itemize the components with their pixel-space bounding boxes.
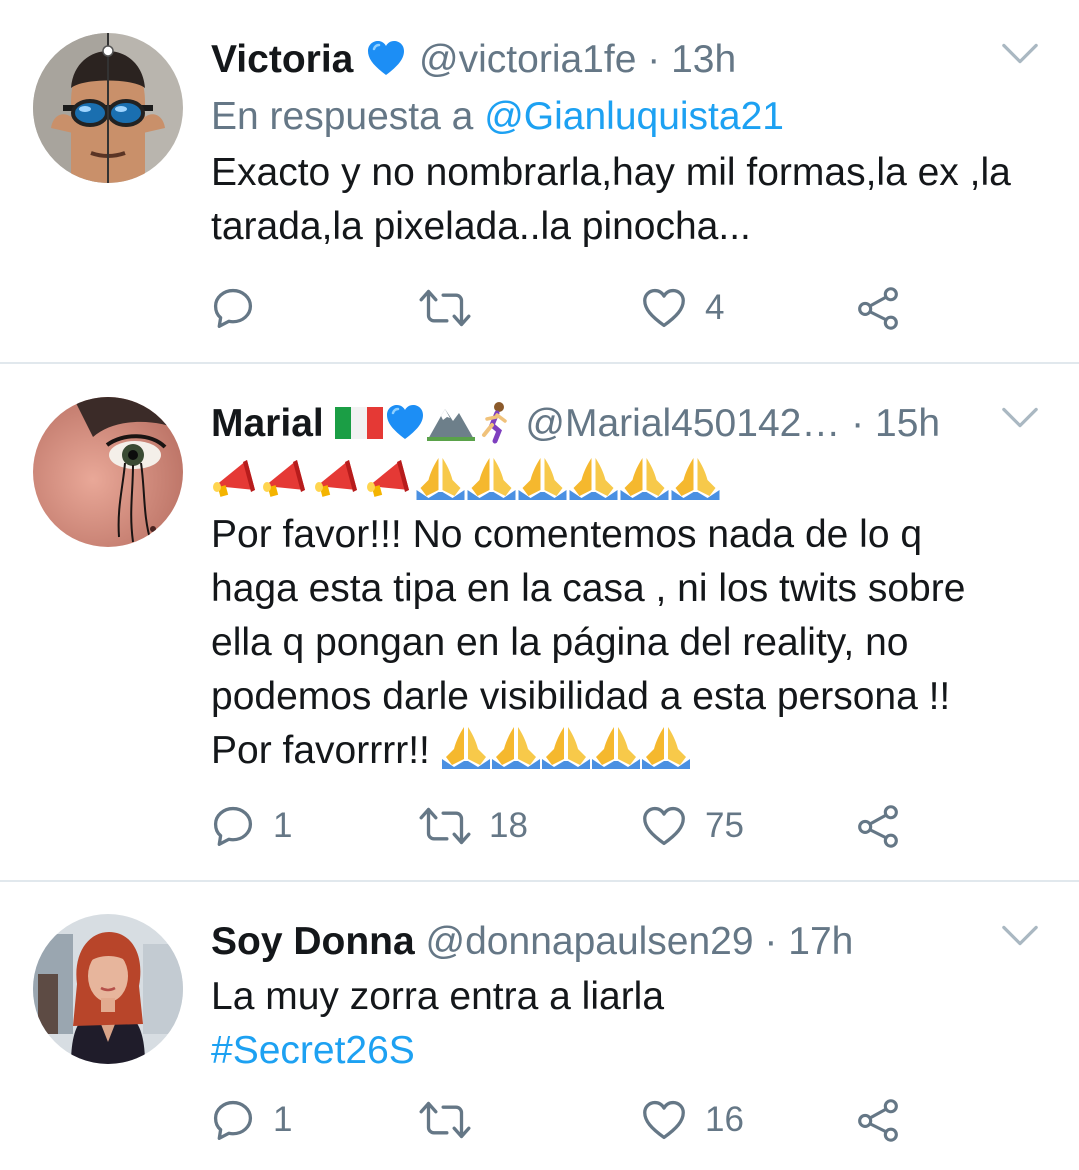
share-button[interactable] [856,796,900,856]
display-name[interactable]: Victoria [211,38,353,81]
folded-hands-icon [670,456,721,500]
tweet[interactable]: Victoria @victoria1fe · 13h En respuesta… [0,0,1079,364]
like-button[interactable]: 16 [641,1090,744,1150]
timestamp[interactable]: 13h [671,38,736,81]
mountain-icon [427,403,475,443]
timestamp[interactable]: 15h [875,402,940,445]
avatar[interactable] [33,914,183,1064]
folded-hands-icon [591,725,641,769]
tweet-text-last-line: Por favorrrr!! [211,724,1039,778]
share-button[interactable] [856,1090,900,1150]
display-name[interactable]: Soy Donna [211,920,415,963]
separator-dot: · [764,920,778,963]
retweet-arrows-icon [419,804,471,848]
retweet-button[interactable] [419,1090,489,1150]
reply-count: 1 [273,1100,293,1139]
heart-outline-icon [641,286,687,330]
tweet-text-end: Por favorrrr!! [211,729,430,772]
blue-heart-icon [383,403,427,443]
folded-hands-icon [491,725,541,769]
tweet-actions: 4 [211,278,911,338]
woman-running-icon [475,401,515,445]
folded-hands-icon [466,456,517,500]
share-button[interactable] [856,278,900,338]
like-count: 16 [705,1100,744,1139]
reply-bubble-icon [211,1098,255,1142]
tweet-header: Victoria @victoria1fe · 13h [211,32,1039,88]
tweet-actions: 1 18 75 [211,796,911,856]
tweet[interactable]: Marial @Marial450142… · 15h Por favor!!!… [0,364,1079,882]
reply-button[interactable]: 1 [211,1090,292,1150]
like-count: 75 [705,806,744,845]
reply-mention-link[interactable]: @Gianluquista21 [484,95,784,138]
megaphone-icon [311,456,363,500]
folded-hands-icon [441,725,491,769]
share-nodes-icon [856,804,900,848]
reply-button[interactable]: 1 [211,796,292,856]
separator-dot: · [647,38,661,81]
tweet-header: Marial @Marial450142… · 15h [211,396,1039,456]
chevron-down-icon[interactable] [1001,924,1039,948]
share-nodes-icon [856,286,900,330]
folded-hands-icon [415,456,466,500]
timestamp[interactable]: 17h [788,920,853,963]
megaphone-icon [363,456,415,500]
share-nodes-icon [856,1098,900,1142]
blue-heart-icon [364,39,408,79]
reply-bubble-icon [211,804,255,848]
heart-outline-icon [641,1098,687,1142]
tweet-text: Exacto y no nombrarla,hay mil formas,la … [211,151,1011,248]
separator-dot: · [851,402,865,445]
chevron-down-icon[interactable] [1001,42,1039,66]
avatar[interactable] [33,33,183,183]
tweet[interactable]: Soy Donna @donnapaulsen29 · 17h La muy z… [0,882,1079,1170]
display-name[interactable]: Marial [211,402,324,445]
folded-hands-icon [619,456,670,500]
retweet-button[interactable]: 18 [419,796,528,856]
user-handle[interactable]: @victoria1fe [419,38,636,81]
folded-hands-icon [517,456,568,500]
tweet-text: Por favor!!! No comentemos nada de lo q … [211,513,966,718]
user-handle[interactable]: @donnapaulsen29 [426,920,754,963]
emoji-line [211,456,1039,508]
folded-hands-icon [641,725,691,769]
tweet-header: Soy Donna @donnapaulsen29 · 17h [211,914,1039,970]
retweet-count: 18 [489,806,528,845]
like-button[interactable]: 4 [641,278,724,338]
folded-hands-icon [568,456,619,500]
like-count: 4 [705,288,725,327]
reply-button[interactable] [211,278,273,338]
user-handle[interactable]: @Marial450142… [525,402,840,445]
avatar[interactable] [33,397,183,547]
retweet-arrows-icon [419,1098,471,1142]
reply-bubble-icon [211,286,255,330]
reply-count: 1 [273,806,293,845]
reply-prefix: En respuesta a [211,95,474,138]
like-button[interactable]: 75 [641,796,744,856]
folded-hands-icon [541,725,591,769]
tweet-text: La muy zorra entra a liarla [211,975,665,1018]
heart-outline-icon [641,804,687,848]
retweet-button[interactable] [419,278,489,338]
hashtag-link[interactable]: #Secret26S [211,1024,1039,1078]
megaphone-icon [211,456,259,500]
tweet-actions: 1 16 [211,1090,911,1150]
retweet-arrows-icon [419,286,471,330]
italy-flag-icon [335,405,383,441]
reply-context: En respuesta a @Gianluquista21 [211,88,1039,146]
chevron-down-icon[interactable] [1001,406,1039,430]
megaphone-icon [259,456,311,500]
